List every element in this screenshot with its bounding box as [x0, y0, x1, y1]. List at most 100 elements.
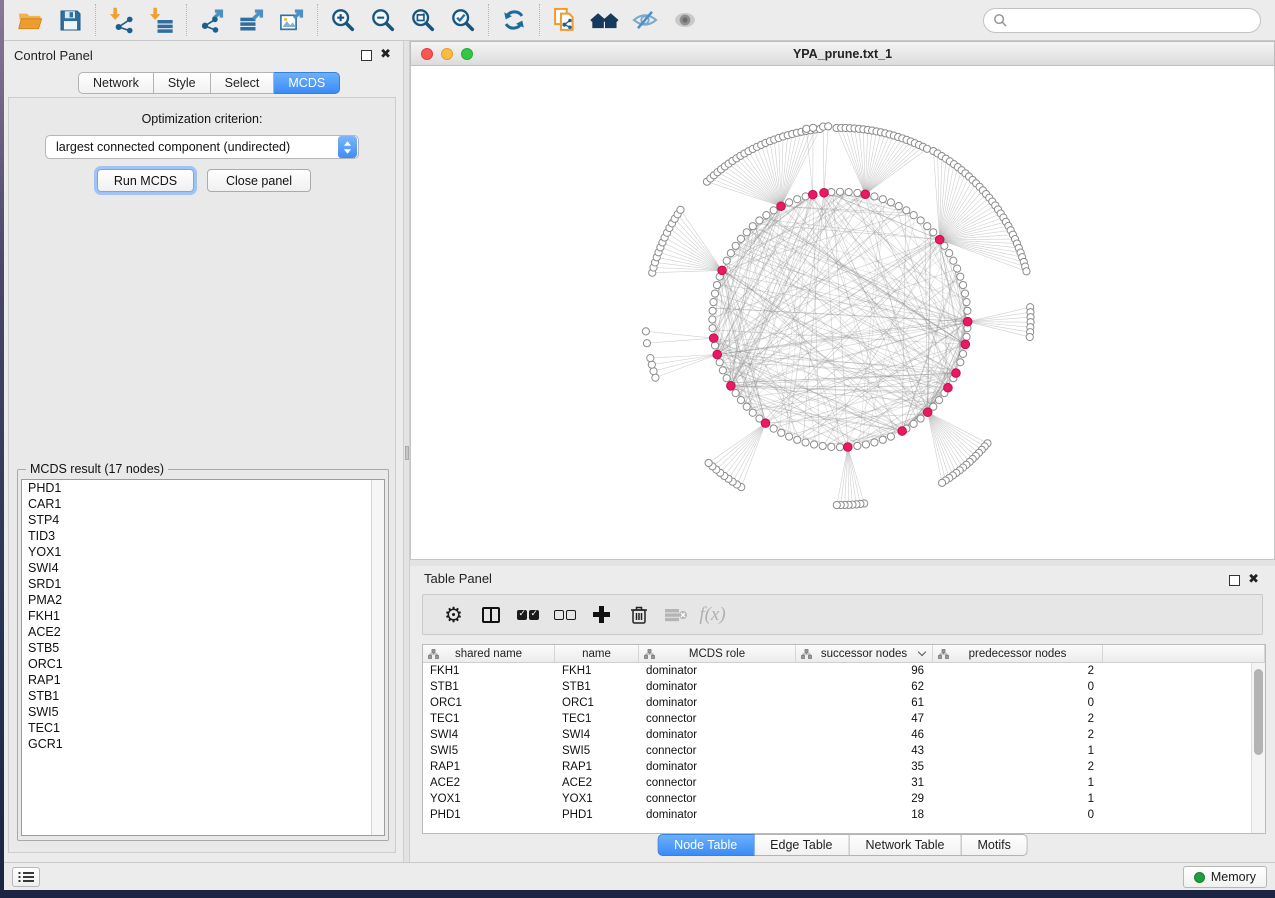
deselect-all-checkboxes-icon[interactable]	[546, 600, 583, 630]
cell[interactable]: STB1	[555, 679, 639, 695]
cell[interactable]: TEC1	[555, 711, 639, 727]
cell[interactable]: 0	[933, 695, 1103, 711]
tab-mcds[interactable]: MCDS	[274, 72, 340, 94]
tab-network-table[interactable]: Network Table	[850, 834, 962, 856]
first-neighbors-icon[interactable]	[585, 2, 625, 38]
settings-icon[interactable]: ⚙	[435, 600, 472, 630]
zoom-out-icon[interactable]	[363, 2, 403, 38]
tab-network[interactable]: Network	[78, 72, 154, 94]
column-header-successor-nodes[interactable]: successor nodes	[796, 645, 933, 662]
mcds-result-item[interactable]: RAP1	[22, 672, 384, 688]
column-header-predecessor-nodes[interactable]: predecessor nodes	[933, 645, 1103, 662]
splitter-grip[interactable]	[405, 446, 409, 460]
cell[interactable]: YOX1	[423, 791, 555, 807]
column-header-name[interactable]: name	[555, 645, 639, 662]
cell[interactable]: 0	[933, 807, 1103, 823]
mcds-result-item[interactable]: CAR1	[22, 496, 384, 512]
cell[interactable]: 43	[796, 743, 933, 759]
close-panel-button[interactable]: Close panel	[207, 169, 311, 192]
save-session-icon[interactable]	[50, 2, 90, 38]
cell[interactable]: 1	[933, 775, 1103, 791]
mcds-result-item[interactable]: TID3	[22, 528, 384, 544]
cell[interactable]: SWI5	[423, 743, 555, 759]
close-panel-icon[interactable]: ✖	[380, 47, 391, 61]
cell[interactable]: connector	[639, 791, 796, 807]
export-network-icon[interactable]	[192, 2, 232, 38]
cell[interactable]: 1	[933, 791, 1103, 807]
run-mcds-button[interactable]: Run MCDS	[97, 169, 194, 192]
mcds-result-item[interactable]: TEC1	[22, 720, 384, 736]
cell[interactable]: STB1	[423, 679, 555, 695]
split-panel-icon[interactable]	[472, 600, 509, 630]
export-table-icon[interactable]	[232, 2, 272, 38]
zoom-in-icon[interactable]	[323, 2, 363, 38]
cell[interactable]: YOX1	[555, 791, 639, 807]
add-column-icon[interactable]	[583, 600, 620, 630]
close-panel-icon[interactable]: ✖	[1248, 572, 1259, 586]
cell[interactable]: RAP1	[423, 759, 555, 775]
cell[interactable]: ACE2	[555, 775, 639, 791]
zoom-fit-icon[interactable]	[403, 2, 443, 38]
cell[interactable]: 46	[796, 727, 933, 743]
cell[interactable]: 2	[933, 711, 1103, 727]
open-file-icon[interactable]	[10, 2, 50, 38]
cell[interactable]: 2	[933, 727, 1103, 743]
select-all-checkboxes-icon[interactable]	[509, 600, 546, 630]
export-image-icon[interactable]	[272, 2, 312, 38]
cell[interactable]: 47	[796, 711, 933, 727]
mcds-result-item[interactable]: PMA2	[22, 592, 384, 608]
float-panel-icon[interactable]	[1229, 575, 1240, 586]
cell[interactable]: 96	[796, 663, 933, 679]
table-row[interactable]: TEC1TEC1connector472	[423, 711, 1251, 727]
cell[interactable]: connector	[639, 775, 796, 791]
table-scrollbar-thumb[interactable]	[1254, 669, 1263, 755]
table-row[interactable]: STB1STB1dominator620	[423, 679, 1251, 695]
delete-column-icon[interactable]	[620, 600, 657, 630]
table-row[interactable]: ORC1ORC1dominator610	[423, 695, 1251, 711]
network-graph[interactable]	[410, 66, 1275, 560]
cell[interactable]: 2	[933, 663, 1103, 679]
zoom-selected-icon[interactable]	[443, 2, 483, 38]
show-all-icon[interactable]	[665, 2, 705, 38]
cell[interactable]: RAP1	[555, 759, 639, 775]
cell[interactable]: SWI4	[555, 727, 639, 743]
table-row[interactable]: ACE2ACE2connector311	[423, 775, 1251, 791]
cell[interactable]: SWI5	[555, 743, 639, 759]
mcds-result-item[interactable]: PHD1	[22, 480, 384, 496]
cell[interactable]: dominator	[639, 759, 796, 775]
float-panel-icon[interactable]	[361, 50, 372, 61]
cell[interactable]: connector	[639, 711, 796, 727]
refresh-view-icon[interactable]	[494, 2, 534, 38]
mcds-result-item[interactable]: GCR1	[22, 736, 384, 752]
mcds-result-item[interactable]: YOX1	[22, 544, 384, 560]
cell[interactable]: ORC1	[555, 695, 639, 711]
cell[interactable]: ORC1	[423, 695, 555, 711]
cell[interactable]: SWI4	[423, 727, 555, 743]
table-row[interactable]: PHD1PHD1dominator180	[423, 807, 1251, 823]
cell[interactable]: FKH1	[423, 663, 555, 679]
tab-edge-table[interactable]: Edge Table	[754, 834, 849, 856]
memory-button[interactable]: Memory	[1183, 866, 1267, 888]
cell[interactable]: 35	[796, 759, 933, 775]
table-row[interactable]: SWI4SWI4dominator462	[423, 727, 1251, 743]
hide-selected-icon[interactable]	[625, 2, 665, 38]
table-row[interactable]: RAP1RAP1dominator352	[423, 759, 1251, 775]
cell[interactable]: dominator	[639, 663, 796, 679]
cell[interactable]: 29	[796, 791, 933, 807]
cell[interactable]: TEC1	[423, 711, 555, 727]
tab-node-table[interactable]: Node Table	[657, 834, 754, 856]
new-network-from-selection-icon[interactable]	[545, 2, 585, 38]
table-row[interactable]: SWI5SWI5connector431	[423, 743, 1251, 759]
mcds-result-item[interactable]: ACE2	[22, 624, 384, 640]
tab-motifs[interactable]: Motifs	[961, 834, 1027, 856]
cell[interactable]: dominator	[639, 727, 796, 743]
cell[interactable]: 18	[796, 807, 933, 823]
mcds-result-item[interactable]: SRD1	[22, 576, 384, 592]
criterion-dropdown[interactable]: largest connected component (undirected)	[45, 135, 359, 159]
import-table-icon[interactable]	[141, 2, 181, 38]
mcds-result-item[interactable]: STB1	[22, 688, 384, 704]
cell[interactable]: dominator	[639, 679, 796, 695]
cell[interactable]: 62	[796, 679, 933, 695]
cell[interactable]: PHD1	[423, 807, 555, 823]
search-box[interactable]	[983, 8, 1261, 33]
